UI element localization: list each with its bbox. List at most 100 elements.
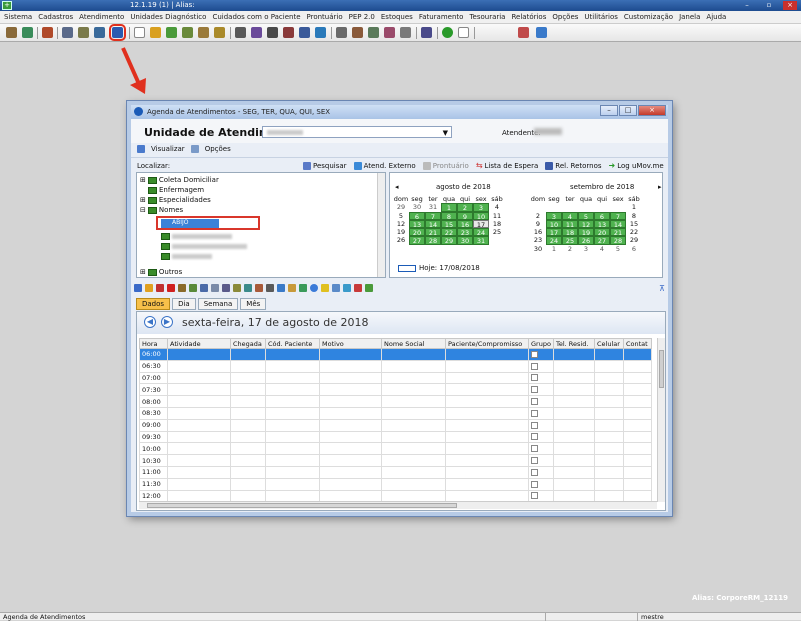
- checkbox[interactable]: [531, 421, 538, 429]
- calendar-day[interactable]: 9: [530, 220, 546, 228]
- tool-icon[interactable]: [283, 27, 294, 38]
- unit-select[interactable]: ▼: [262, 126, 452, 138]
- restore-icon[interactable]: ▫: [762, 1, 776, 10]
- calendar-day[interactable]: 21: [425, 228, 441, 237]
- calendar-day[interactable]: [610, 203, 626, 211]
- tool-icon[interactable]: [150, 27, 161, 38]
- tool-icon[interactable]: [134, 284, 142, 292]
- calendar-day[interactable]: 21: [610, 228, 626, 237]
- calendar-day[interactable]: 1: [441, 203, 457, 212]
- calendar-day[interactable]: 26: [578, 236, 594, 245]
- tab-mes[interactable]: Mês: [240, 298, 267, 310]
- opcoes-button[interactable]: Opções: [205, 145, 231, 153]
- menu-item[interactable]: Ajuda: [706, 13, 726, 21]
- dialog-close-icon[interactable]: ×: [638, 105, 666, 116]
- calendar-day[interactable]: 12: [393, 220, 409, 228]
- column-header[interactable]: Motivo: [319, 338, 382, 349]
- table-row[interactable]: 07:30: [139, 383, 652, 397]
- tool-icon[interactable]: [336, 27, 347, 38]
- tool-icon[interactable]: [244, 284, 252, 292]
- menu-item[interactable]: Tesouraria: [469, 13, 505, 21]
- new-document-icon[interactable]: [134, 27, 145, 38]
- tool-icon[interactable]: [22, 27, 33, 38]
- dialog-minimize-icon[interactable]: –: [600, 105, 618, 116]
- tool-icon[interactable]: [518, 27, 529, 38]
- close-icon[interactable]: ×: [783, 1, 797, 10]
- calendar-day[interactable]: 27: [594, 236, 610, 245]
- calendar-day[interactable]: 11: [562, 219, 578, 229]
- calendar-day[interactable]: [594, 203, 610, 211]
- column-header[interactable]: Contat: [623, 338, 652, 349]
- filter-icon[interactable]: [266, 284, 274, 292]
- visualizar-button[interactable]: Visualizar: [151, 145, 185, 153]
- tab-dia[interactable]: Dia: [172, 298, 196, 310]
- calendar-day[interactable]: 5: [610, 245, 626, 253]
- calendar-day[interactable]: 27: [409, 236, 425, 245]
- table-row[interactable]: 07:00: [139, 371, 652, 385]
- calendar-day[interactable]: 15: [441, 219, 457, 229]
- scroll-thumb[interactable]: [659, 350, 664, 388]
- calendar-day[interactable]: 4: [562, 211, 578, 221]
- column-header[interactable]: Grupo: [528, 338, 554, 349]
- checkbox[interactable]: [531, 445, 538, 453]
- tool-icon[interactable]: [211, 284, 219, 292]
- grupo-checkbox[interactable]: [528, 442, 554, 456]
- calendar-day[interactable]: 6: [594, 211, 610, 221]
- tool-icon[interactable]: [310, 284, 318, 292]
- calendar-day[interactable]: 10: [473, 211, 489, 221]
- calendar-day[interactable]: 25: [562, 236, 578, 245]
- grupo-checkbox[interactable]: [528, 359, 554, 373]
- grupo-checkbox[interactable]: [528, 383, 554, 397]
- tree-node-redacted[interactable]: [161, 233, 232, 240]
- calendar-day[interactable]: 1: [626, 203, 642, 211]
- table-row[interactable]: 06:30: [139, 359, 652, 373]
- pesquisar-button[interactable]: Pesquisar: [303, 161, 347, 170]
- calendar-day[interactable]: 28: [610, 236, 626, 245]
- menu-item[interactable]: Prontuário: [307, 13, 343, 21]
- tree-scrollbar[interactable]: [377, 173, 385, 277]
- calendar-day[interactable]: 24: [546, 236, 562, 245]
- prev-day-icon[interactable]: ◀: [144, 316, 156, 328]
- tool-icon[interactable]: [267, 27, 278, 38]
- tool-icon[interactable]: [42, 27, 53, 38]
- tool-icon[interactable]: [315, 27, 326, 38]
- calendar-day[interactable]: 6: [409, 211, 425, 221]
- column-header[interactable]: Atividade: [167, 338, 231, 349]
- dialog-maximize-icon[interactable]: □: [619, 105, 637, 116]
- tool-icon[interactable]: [214, 27, 225, 38]
- tool-icon[interactable]: [365, 284, 373, 292]
- calendar-day[interactable]: 18: [562, 228, 578, 237]
- checkbox[interactable]: [531, 374, 538, 382]
- rel-retornos-button[interactable]: Rel. Retornos: [545, 161, 602, 170]
- next-month-icon[interactable]: ▸: [658, 183, 662, 191]
- table-row[interactable]: 10:30: [139, 454, 652, 467]
- grupo-checkbox[interactable]: [528, 477, 554, 491]
- tree-node-selected[interactable]: ABIJO: [161, 219, 219, 228]
- calendar-day[interactable]: 7: [425, 211, 441, 221]
- calendar-day[interactable]: 15: [626, 220, 642, 228]
- calendar-day[interactable]: 8: [626, 212, 642, 220]
- menu-item[interactable]: Opções: [552, 13, 578, 21]
- tree-node-enfermagem[interactable]: Enfermagem: [148, 186, 204, 194]
- column-header[interactable]: Hora: [139, 338, 168, 349]
- tool-icon[interactable]: [62, 27, 73, 38]
- tree-node-redacted[interactable]: [161, 253, 212, 260]
- menu-item[interactable]: Cuidados com o Paciente: [212, 13, 300, 21]
- menu-item[interactable]: PEP 2.0: [349, 13, 375, 21]
- tree-node-nomes[interactable]: ⊟ Nomes: [140, 206, 183, 214]
- tool-icon[interactable]: [222, 284, 230, 292]
- calendar-day[interactable]: 16: [530, 228, 546, 236]
- calendar-day[interactable]: 3: [578, 245, 594, 253]
- tab-dados[interactable]: Dados: [136, 298, 171, 310]
- scroll-thumb[interactable]: [147, 503, 457, 508]
- calendar-day[interactable]: 29: [626, 236, 642, 244]
- calendar-day[interactable]: 2: [562, 245, 578, 253]
- calendar-day[interactable]: 17: [473, 219, 489, 229]
- calendar-day[interactable]: 13: [409, 219, 425, 229]
- column-header[interactable]: Nome Social: [381, 338, 446, 349]
- column-header[interactable]: Tel. Resid.: [553, 338, 595, 349]
- agenda-icon[interactable]: [109, 24, 126, 41]
- tool-icon[interactable]: [198, 27, 209, 38]
- checkbox[interactable]: [531, 468, 538, 476]
- tool-icon[interactable]: [384, 27, 395, 38]
